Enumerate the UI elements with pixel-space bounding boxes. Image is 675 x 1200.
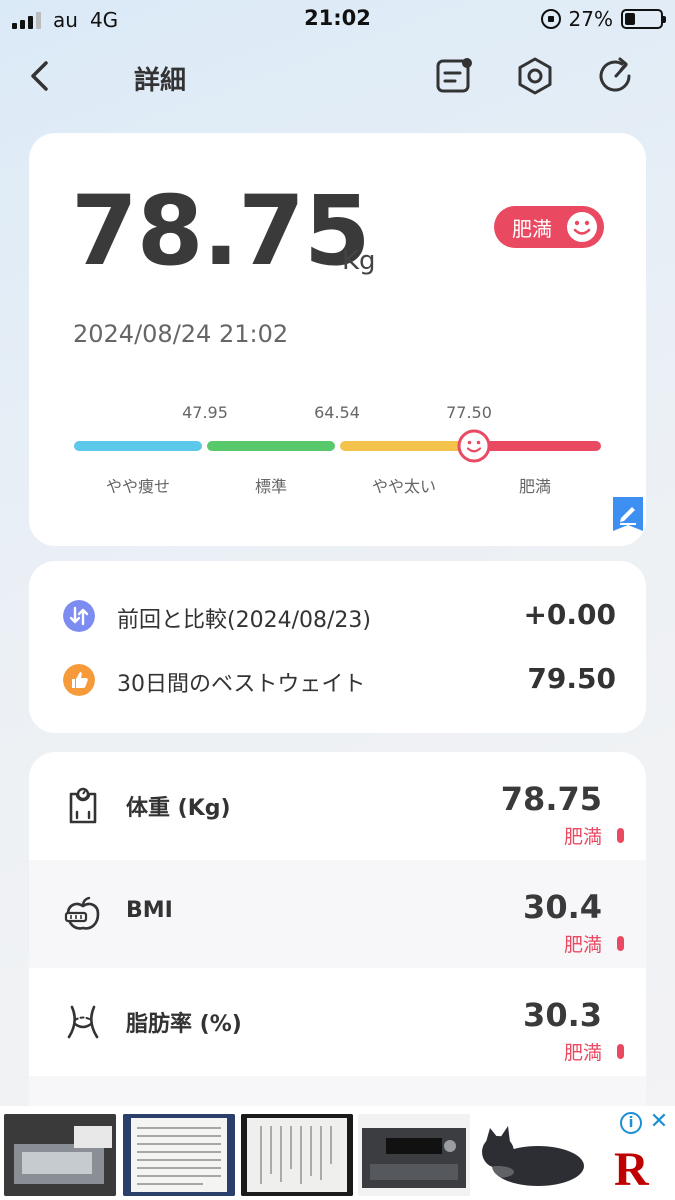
back-arrow-icon [31,61,48,91]
measurement-datetime: 2024/08/24 21:02 [73,320,289,348]
metric-status: 肥満 [563,934,602,956]
ad-banner[interactable]: i ✕ R [0,1106,675,1200]
status-badge-label: 肥満 [512,216,552,241]
page-title: 詳細 [134,66,187,96]
metric-label: 体重 (Kg) [126,796,231,821]
nav-bar: 詳細 [0,48,675,104]
printer-image [4,1114,116,1196]
notes-button[interactable] [434,56,474,96]
metric-value: 78.75 [500,780,602,818]
ad-product-image[interactable] [358,1114,470,1196]
hexagon-settings-icon [518,57,552,95]
compare-previous-row: 前回と比較(2024/08/23) +0.00 [29,596,646,636]
apple-bmi-icon [64,896,100,930]
threshold-value: 77.50 [446,403,492,422]
status-indicator [617,1044,624,1059]
threshold-value: 64.54 [314,403,360,422]
document-image [123,1114,235,1196]
range-bar-obese [473,441,601,451]
ad-product-image[interactable] [476,1114,588,1196]
status-right: 27% [540,7,666,31]
range-label: 標準 [254,477,287,496]
status-bar: au 4G 21:02 27% [0,0,675,40]
compare-value: +0.00 [523,598,616,631]
range-label: やや太い [371,477,436,496]
ad-product-image[interactable] [241,1114,353,1196]
weight-summary-card: 78.75 Kg 肥満 2024/08/24 21:02 47.95 64.54… [29,133,646,546]
weight-marker-icon [457,429,491,463]
metric-row-body-fat[interactable]: 脂肪率 (%) 30.3 肥満 [29,968,646,1076]
settings-button[interactable] [515,56,555,96]
scale-icon [69,787,97,824]
threshold-value: 47.95 [182,403,228,422]
edit-pencil-icon [613,497,643,531]
ad-info-button[interactable]: i [620,1112,642,1134]
document-image [241,1114,353,1196]
battery-percent: 27% [568,7,613,31]
metric-row-bmi[interactable]: BMI 30.4 肥満 [29,860,646,968]
metric-label: 脂肪率 (%) [126,1012,242,1037]
refresh-share-icon [599,57,631,92]
comparison-card: 前回と比較(2024/08/23) +0.00 30日間のベストウェイト 79.… [29,561,646,733]
back-button[interactable] [24,58,60,94]
metric-status: 肥満 [563,1042,602,1064]
compare-label: 前回と比較(2024/08/23) [117,608,371,633]
compare-icon [63,600,95,632]
edit-button[interactable] [613,497,643,531]
thumbs-up-icon [63,664,95,696]
metric-row-weight[interactable]: 体重 (Kg) 78.75 肥満 [29,752,646,860]
range-bar-overweight [340,441,468,451]
metric-value: 30.3 [523,996,602,1034]
status-badge: 肥満 [494,206,604,248]
compare-value: 79.50 [527,662,616,695]
range-label: やや痩せ [105,477,170,496]
ad-product-image[interactable] [123,1114,235,1196]
stereo-image [358,1114,470,1196]
status-indicator [617,936,624,951]
range-label: 肥満 [518,477,551,496]
metric-status: 肥満 [563,826,602,848]
cat-figure-image [476,1114,588,1196]
notes-icon [436,58,472,93]
ad-close-button[interactable]: ✕ [648,1110,670,1134]
smile-face-icon [567,212,597,242]
range-bar-underweight [74,441,202,451]
metric-label: BMI [126,898,173,923]
range-bar-normal [207,441,335,451]
status-indicator [617,828,624,843]
weight-unit: Kg [342,246,376,276]
ad-brand-logo[interactable]: R [614,1142,649,1197]
rotation-lock-icon [540,9,561,29]
share-button[interactable] [596,56,636,96]
compare-best-row: 30日間のベストウェイト 79.50 [29,660,646,700]
waist-icon [67,1005,99,1039]
battery-icon [621,9,666,29]
metric-value: 30.4 [523,888,602,926]
compare-label: 30日間のベストウェイト [117,672,366,697]
weight-value: 78.75 [71,175,371,287]
ad-product-image[interactable] [4,1114,116,1196]
